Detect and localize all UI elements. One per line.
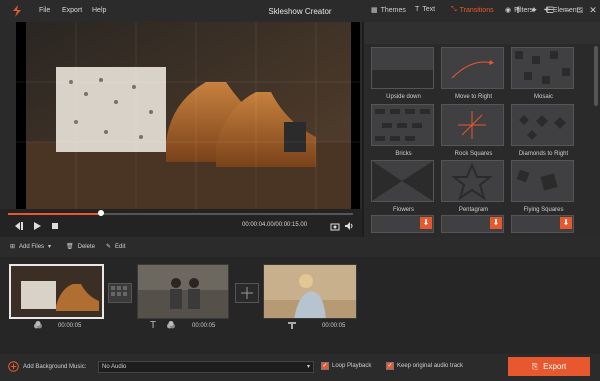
delete-button[interactable]: 🗑 Delete [66, 243, 95, 251]
timecode: 00:00:04.00/00:00:15.00 [242, 222, 308, 228]
tab-filters[interactable]: ◉ Filters [505, 6, 533, 15]
timeline-clip-1[interactable] [9, 264, 104, 319]
transition-move-to-right[interactable]: Move to Right [441, 47, 504, 100]
add-music-icon[interactable] [8, 361, 19, 372]
clip-thumbnail [138, 265, 228, 318]
download-icon[interactable]: ⬇ [420, 217, 432, 229]
transition-grid: Upside down Move to Right Mosaic Bricks … [368, 47, 590, 233]
transition-item-11[interactable]: ⬇ [441, 215, 504, 233]
themes-icon: ▦ [371, 7, 378, 14]
elements-icon: ✚ [544, 7, 550, 14]
volume-icon[interactable] [344, 221, 354, 231]
element-icon[interactable] [287, 320, 297, 330]
filters-icon: ◉ [505, 7, 512, 14]
effect-tabs [364, 22, 600, 44]
stop-icon[interactable] [50, 221, 60, 231]
keep-audio-checkbox[interactable]: ✓ [386, 362, 394, 370]
keep-audio-label: Keep original audio track [397, 363, 464, 369]
transition-slot-1[interactable] [108, 283, 132, 303]
audio-select[interactable]: No Audio ▾ [98, 361, 314, 373]
loop-playback-checkbox[interactable]: ✓ [321, 362, 329, 370]
audio-select-value: No Audio [102, 364, 127, 370]
loop-playback-label: Loop Playback [332, 363, 372, 369]
transition-scrollbar[interactable] [594, 46, 598, 106]
play-icon[interactable] [32, 221, 42, 231]
trash-icon: 🗑 [66, 244, 74, 250]
download-icon[interactable]: ⬇ [490, 217, 502, 229]
edit-icon: ✎ [106, 244, 112, 250]
previous-icon[interactable] [14, 221, 24, 231]
snapshot-icon[interactable] [330, 221, 340, 231]
tab-transitions[interactable]: ⤡ Transitions [451, 6, 494, 14]
background-music-label: Add Background Music: [23, 364, 87, 370]
text-icon: T [415, 6, 420, 13]
edit-button[interactable]: ✎ Edit [106, 243, 125, 251]
chevron-down-icon: ▾ [48, 244, 52, 250]
tab-text[interactable]: T Text [415, 6, 435, 13]
transition-pentagram[interactable]: Pentagram [441, 160, 504, 213]
transition-bricks[interactable]: Bricks [371, 104, 434, 157]
transition-item-12[interactable]: ⬇ [511, 215, 574, 233]
close-icon[interactable]: ✕ [586, 4, 600, 17]
transition-item-10[interactable]: ⬇ [371, 215, 434, 233]
panel-divider [362, 22, 364, 237]
clip-duration: 00:00:05 [322, 323, 346, 329]
tab-themes[interactable]: ▦ Themes [371, 6, 406, 15]
transition-diamonds-to-right[interactable]: Diamonds to Right [511, 104, 574, 157]
transition-mosaic[interactable]: Mosaic [511, 47, 574, 100]
transition-flying-squares[interactable]: Flying Squares [511, 160, 574, 213]
add-files-icon: ⊞ [10, 244, 16, 250]
filter-icon[interactable] [166, 320, 176, 330]
clip-duration: 00:00:05 [192, 323, 216, 329]
download-icon[interactable]: ⬇ [560, 217, 572, 229]
timeline-clip-3[interactable] [263, 264, 357, 319]
seek-progress [8, 213, 102, 215]
clip-thumbnail [264, 265, 356, 318]
text-icon[interactable]: T [150, 320, 160, 331]
clip-duration: 00:00:05 [58, 323, 82, 329]
transitions-icon: ⤡ [451, 6, 457, 13]
transition-upside-down[interactable]: Upside down [371, 47, 434, 100]
add-files-button[interactable]: ⊞ Add Files ▾ [10, 243, 52, 251]
chevron-down-icon: ▾ [306, 364, 310, 370]
transition-slot-2[interactable] [235, 283, 259, 303]
clip-thumbnail [11, 266, 102, 317]
timeline-clip-2[interactable] [137, 264, 229, 319]
transition-rock-squares[interactable]: Rock Squares [441, 104, 504, 157]
filter-icon[interactable] [33, 320, 43, 330]
export-icon: ⎘ [531, 361, 539, 371]
transition-flowers[interactable]: Flowers [371, 160, 434, 213]
export-button[interactable]: ⎘ Export [508, 357, 590, 376]
preview-video[interactable] [16, 22, 360, 209]
preview-image [16, 22, 360, 209]
tab-elements[interactable]: ✚ Elements [544, 6, 582, 15]
